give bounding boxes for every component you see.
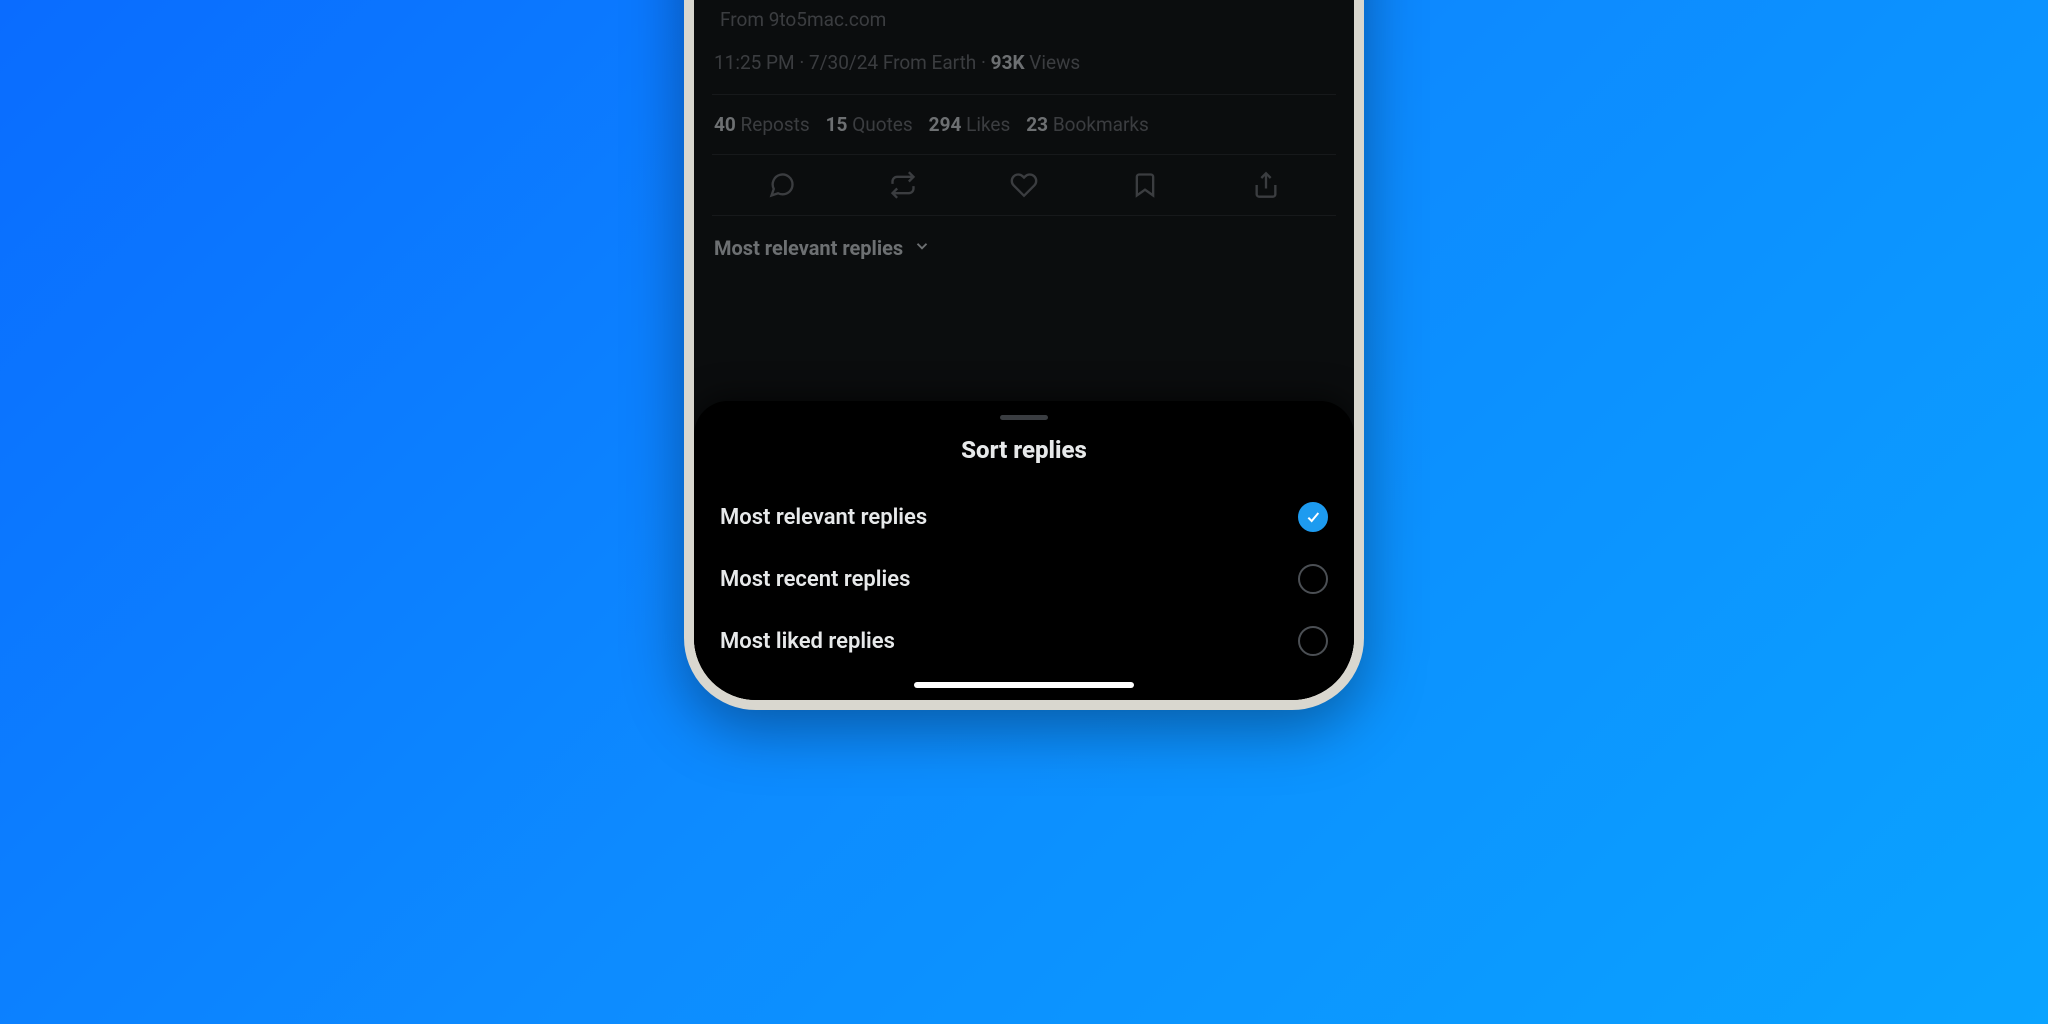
engagement-row: 40 Reposts 15 Quotes 294 Likes 23 Bookma… <box>712 95 1336 155</box>
tweet-location: From Earth <box>883 51 976 74</box>
sheet-grabber[interactable] <box>1000 415 1048 420</box>
sort-trigger-label: Most relevant replies <box>714 236 903 260</box>
separator: · <box>981 51 991 74</box>
sort-option-most-relevant[interactable]: Most relevant replies <box>716 486 1332 548</box>
sort-option-label: Most liked replies <box>720 629 895 654</box>
radio-unselected-icon <box>1298 564 1328 594</box>
phone-frame: iPhone 16 colors and redesigned camera b… <box>684 0 1364 710</box>
likes-stat[interactable]: 294 Likes <box>929 113 1011 136</box>
separator: · <box>799 51 809 74</box>
share-icon[interactable] <box>1252 171 1280 199</box>
sheet-title: Sort replies <box>716 436 1332 464</box>
tweet-time: 11:25 PM <box>714 51 795 74</box>
like-icon[interactable] <box>1010 171 1038 199</box>
sort-option-label: Most relevant replies <box>720 505 927 530</box>
action-row <box>712 155 1336 216</box>
sort-option-most-liked[interactable]: Most liked replies <box>716 610 1332 672</box>
chevron-down-icon <box>913 236 931 260</box>
sort-option-most-recent[interactable]: Most recent replies <box>716 548 1332 610</box>
radio-selected-icon <box>1298 502 1328 532</box>
radio-unselected-icon <box>1298 626 1328 656</box>
sort-replies-sheet: Sort replies Most relevant replies Most … <box>694 401 1354 700</box>
views-count: 93K <box>991 51 1025 74</box>
reposts-stat[interactable]: 40 Reposts <box>714 113 810 136</box>
bookmark-icon[interactable] <box>1131 171 1159 199</box>
tweet-date: 7/30/24 <box>809 51 878 74</box>
sort-replies-trigger[interactable]: Most relevant replies <box>712 216 933 284</box>
views-label-text: Views <box>1029 51 1080 74</box>
link-preview-source: From 9to5mac.com <box>712 0 1336 45</box>
sort-option-label: Most recent replies <box>720 567 910 592</box>
repost-icon[interactable] <box>889 171 917 199</box>
phone-screen: iPhone 16 colors and redesigned camera b… <box>694 0 1354 700</box>
reply-icon[interactable] <box>768 171 796 199</box>
tweet-meta-row: 11:25 PM · 7/30/24 From Earth · 93K View… <box>712 45 1336 95</box>
home-indicator[interactable] <box>914 682 1134 688</box>
bookmarks-stat[interactable]: 23 Bookmarks <box>1026 113 1149 136</box>
quotes-stat[interactable]: 15 Quotes <box>826 113 913 136</box>
